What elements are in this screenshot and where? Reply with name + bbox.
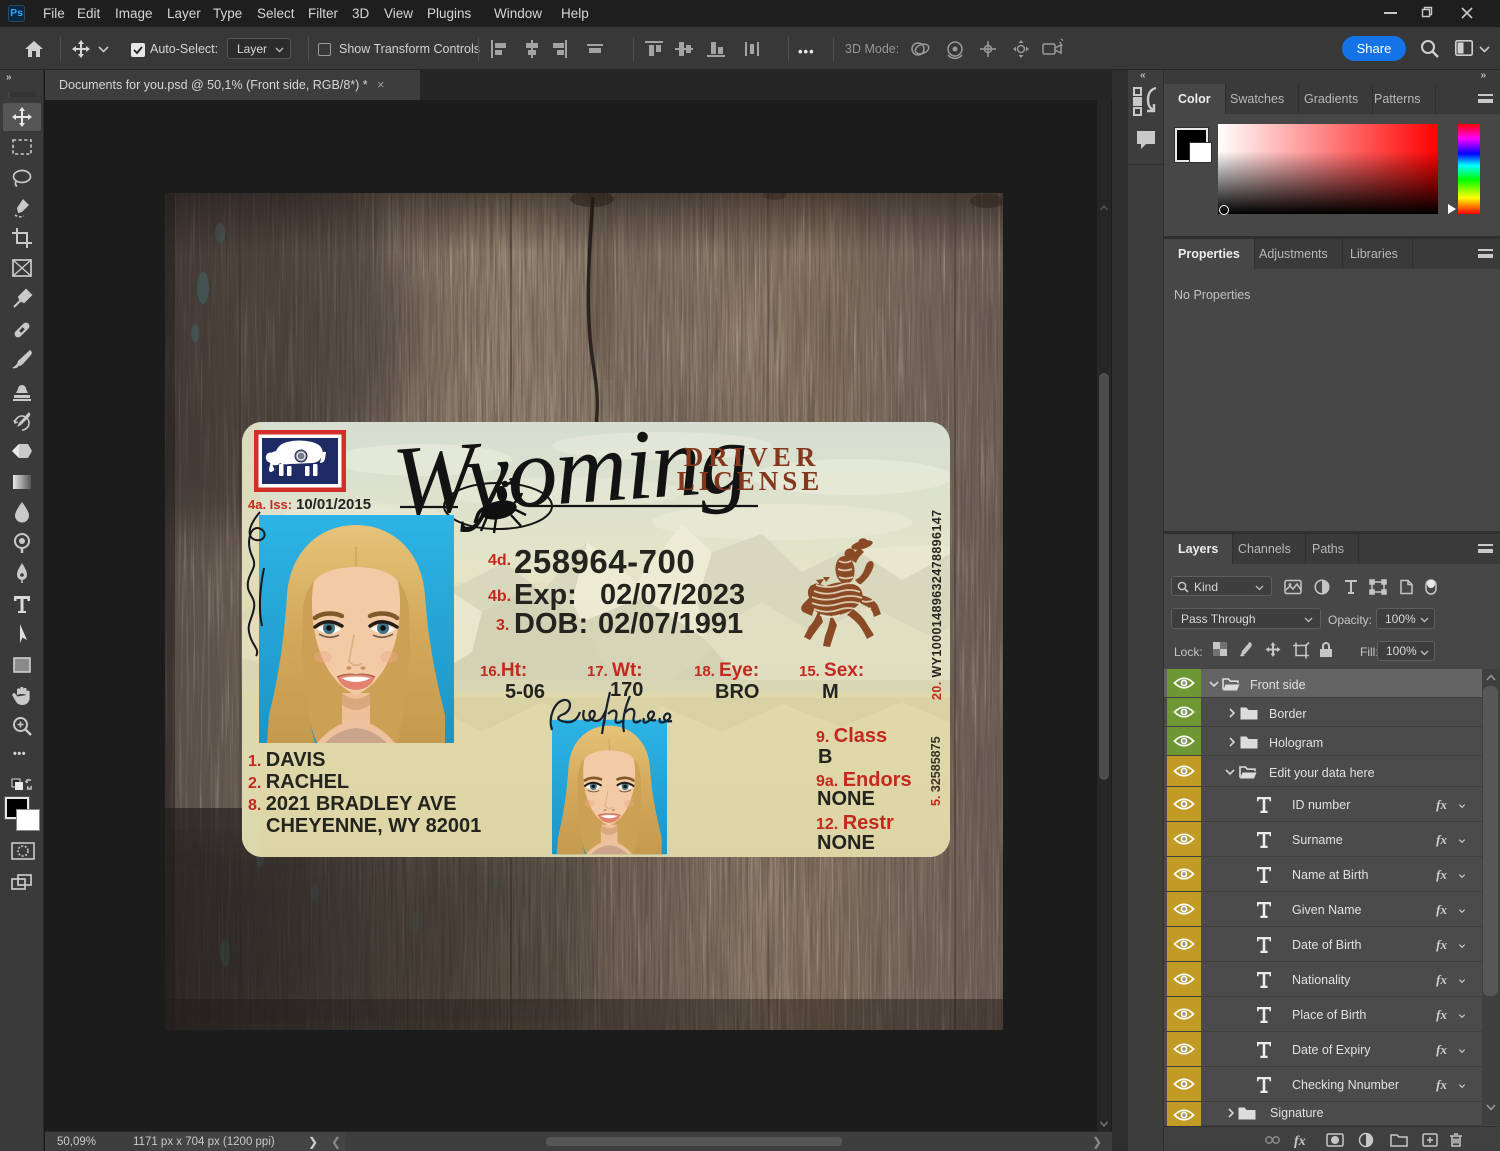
svg-text:LICENSE: LICENSE xyxy=(677,466,824,496)
svg-text:fx: fx xyxy=(1294,1134,1306,1148)
